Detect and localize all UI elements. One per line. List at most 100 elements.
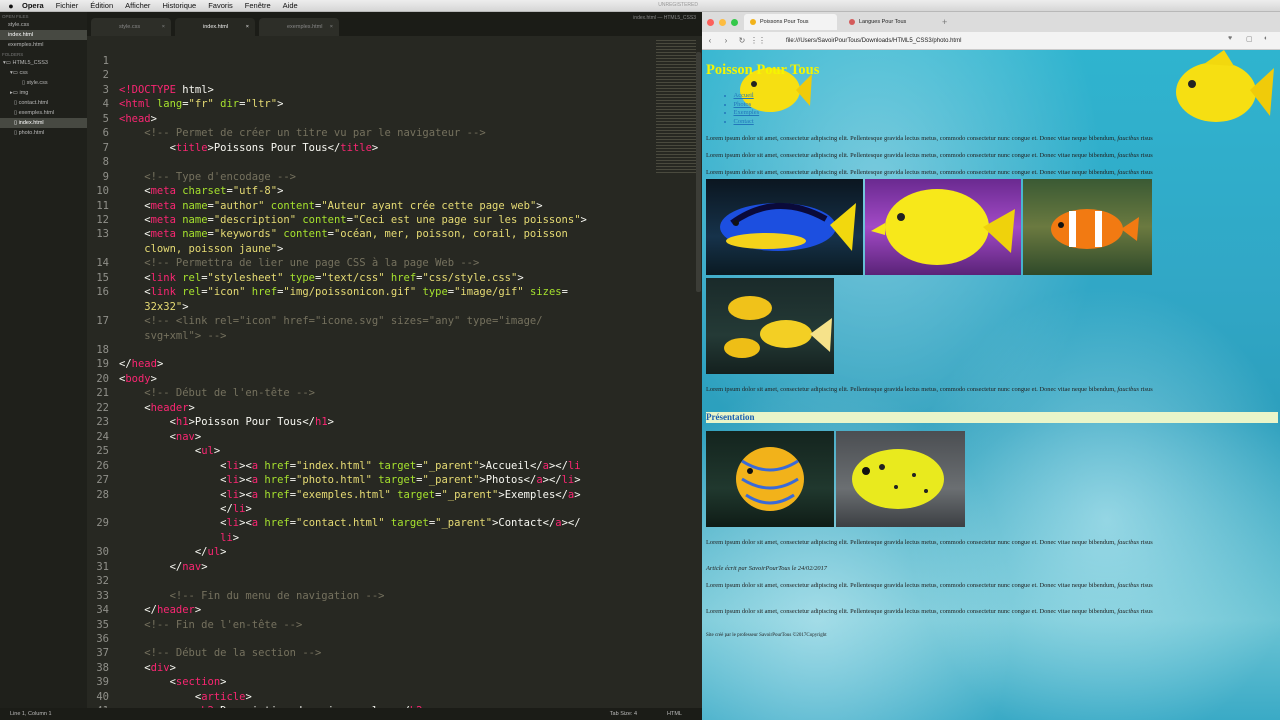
line-number: 22 (96, 401, 109, 414)
status-bar: Line 1, Column 1 Tab Size: 4 HTML (0, 708, 702, 720)
menu-edition[interactable]: Édition (90, 1, 113, 10)
heart-icon[interactable]: ♥ (1228, 35, 1232, 42)
menu-fenetre[interactable]: Fenêtre (245, 1, 271, 10)
folder-item[interactable]: ▸▭ img (0, 88, 87, 98)
code-line: </head> (119, 358, 164, 371)
code-line: <li><a href="exemples.html" target="_par… (119, 488, 581, 501)
file-item[interactable]: ▯ contact.html (0, 98, 87, 108)
fish-favicon-icon (750, 19, 756, 25)
line-number: 14 (96, 257, 109, 270)
code-line: <link rel="icon" href="img/poissonicon.g… (119, 286, 568, 299)
code-line: <div> (119, 661, 176, 674)
lorem-paragraph: Lorem ipsum dolor sit amet, consectetur … (706, 386, 1153, 393)
line-number: 8 (102, 156, 109, 169)
page-nav: Accueil Photos Exemples Contact (724, 92, 760, 127)
back-icon[interactable]: ‹ (702, 36, 718, 45)
line-number: 17 (96, 315, 109, 328)
folder-icon: ▾▭ (10, 70, 20, 76)
line-number: 20 (96, 372, 109, 385)
close-icon[interactable]: × (246, 24, 249, 30)
forward-icon[interactable]: › (718, 36, 734, 45)
yellow-tang-photo (865, 179, 1021, 275)
file-item[interactable]: ▯ index.html (0, 118, 87, 128)
editor-scrollbar[interactable] (696, 52, 701, 292)
blue-tang-photo (706, 179, 863, 275)
nav-link-exemples[interactable]: Exemples (724, 109, 760, 118)
code-line: li> (119, 531, 240, 544)
open-file-item[interactable]: style.css (0, 20, 87, 30)
sublime-text-window: OPEN FILES style.css index.html exemples… (0, 2, 702, 720)
file-item[interactable]: ▯ photo.html (0, 128, 87, 138)
editor-tab-active[interactable]: index.html × (175, 18, 255, 36)
editor-tab[interactable]: exemples.html × (259, 18, 339, 36)
syntax-mode[interactable]: HTML (667, 711, 682, 717)
open-file-item[interactable]: index.html (0, 30, 87, 40)
folder-icon: ▸▭ (10, 90, 20, 96)
line-number: 37 (96, 647, 109, 660)
close-icon[interactable]: × (330, 24, 333, 30)
code-line: <!-- <link rel="icon" href="icone.svg" s… (119, 315, 543, 328)
folder-item[interactable]: ▾▭ HTML5_CSS3 (0, 58, 87, 68)
file-item[interactable]: ▯ style.css (0, 78, 87, 88)
lorem-paragraph: Lorem ipsum dolor sit amet, consectetur … (706, 169, 1153, 176)
article-credit: Article écrit par SavoirPourTous le 24/0… (706, 565, 828, 572)
reload-icon[interactable]: ↻ (734, 36, 750, 45)
lorem-paragraph: Lorem ipsum dolor sit amet, consectetur … (706, 135, 1153, 142)
menu-fichier[interactable]: Fichier (56, 1, 79, 10)
apple-icon[interactable]: ● (0, 1, 22, 11)
code-line: <!-- Permettra de lier une page CSS à la… (119, 257, 480, 270)
page-viewport[interactable]: Poisson Pour Tous Accueil Photos Exemple… (702, 50, 1280, 720)
menu-favoris[interactable]: Favoris (208, 1, 233, 10)
line-number: 34 (96, 604, 109, 617)
line-number: 38 (96, 661, 109, 674)
line-number: 10 (96, 185, 109, 198)
close-window-icon[interactable] (707, 18, 714, 26)
code-line: <li><a href="photo.html" target="_parent… (119, 474, 581, 487)
file-item[interactable]: ▯ exemples.html (0, 108, 87, 118)
line-number: 5 (102, 112, 109, 125)
line-number: 35 (96, 618, 109, 631)
maximize-window-icon[interactable] (731, 18, 738, 26)
code-line: <body> (119, 372, 157, 385)
nav-link-accueil[interactable]: Accueil (724, 92, 759, 101)
close-icon[interactable]: × (162, 24, 165, 30)
menu-afficher[interactable]: Afficher (125, 1, 150, 10)
code-line: <meta name="author" content="Auteur ayan… (119, 199, 543, 212)
line-number: 11 (96, 199, 109, 212)
speed-dial-icon[interactable]: ⋮⋮ (750, 36, 766, 45)
code-line: <!-- Fin de l'en-tête --> (119, 618, 303, 631)
line-number: 13 (96, 228, 109, 241)
folder-item[interactable]: ▾▭ css (0, 68, 87, 78)
nav-link-photos[interactable]: Photos (724, 101, 759, 110)
snapshot-icon[interactable]: ▢ (1246, 35, 1253, 43)
menu-historique[interactable]: Historique (162, 1, 196, 10)
yellow-fish-image (1176, 50, 1274, 122)
code-line: clown, poisson jaune"> (119, 242, 284, 255)
nav-link-contact[interactable]: Contact (724, 118, 759, 127)
browser-tab[interactable]: Langues Pour Tous (843, 14, 936, 30)
editor-tab[interactable]: style.css × (91, 18, 171, 36)
browser-tab-active[interactable]: Poissons Pour Tous (744, 14, 837, 30)
code-line: <h1>Poisson Pour Tous</h1> (119, 416, 334, 429)
code-line: <!-- Type d'encodage --> (119, 170, 297, 183)
code-line: <section> (119, 676, 227, 689)
menu-aide[interactable]: Aide (283, 1, 298, 10)
folders-header: FOLDERS (2, 52, 24, 57)
code-line: <header> (119, 401, 195, 414)
new-tab-icon[interactable]: + (942, 17, 947, 27)
minimap[interactable] (656, 40, 696, 175)
menu-opera[interactable]: Opera (22, 1, 44, 10)
open-files-header: OPEN FILES (2, 14, 29, 19)
minimize-window-icon[interactable] (719, 18, 726, 26)
code-area[interactable]: <!DOCTYPE html> <html lang="fr" dir="ltr"… (119, 36, 659, 708)
page-footer: Site créé par le professeur SavoirPourTo… (706, 633, 827, 638)
code-line: <html lang="fr" dir="ltr"> (119, 98, 284, 111)
tab-size[interactable]: Tab Size: 4 (610, 711, 637, 717)
download-icon[interactable]: ◐ (1264, 35, 1268, 42)
line-number: 32 (96, 575, 109, 588)
open-file-item[interactable]: exemples.html (0, 40, 87, 50)
code-line: <meta name="description" content="Ceci e… (119, 213, 587, 226)
lorem-paragraph: Lorem ipsum dolor sit amet, consectetur … (706, 152, 1153, 159)
line-number: 18 (96, 344, 109, 356)
url-field[interactable]: file:///Users/SavoirPourTous/Downloads/H… (786, 38, 961, 44)
